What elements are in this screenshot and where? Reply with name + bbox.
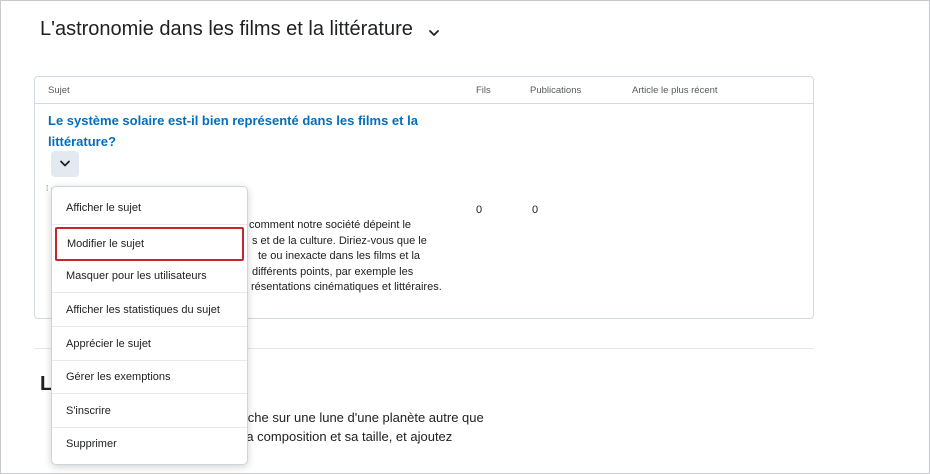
chevron-down-icon[interactable] bbox=[427, 26, 441, 40]
topic-title-line[interactable]: Le système solaire est-il bien représent… bbox=[48, 113, 418, 128]
menu-item-view-statistics[interactable]: Afficher les statistiques du sujet bbox=[52, 293, 247, 327]
chevron-down-icon bbox=[60, 160, 70, 167]
column-header-threads: Fils bbox=[476, 85, 491, 96]
table-header: Sujet Fils Publications Article le plus … bbox=[35, 77, 813, 104]
topic-thread-count: 0 bbox=[476, 204, 483, 216]
menu-item-hide-from-users[interactable]: Masquer pour les utilisateurs bbox=[52, 259, 247, 293]
topic-context-menu-button[interactable] bbox=[51, 151, 79, 177]
column-header-latest: Article le plus récent bbox=[632, 85, 718, 96]
topic-title-link[interactable]: Le système solaire est-il bien représent… bbox=[48, 110, 428, 152]
menu-item-view-topic[interactable]: Afficher le sujet bbox=[52, 191, 247, 225]
menu-item-delete[interactable]: Supprimer bbox=[52, 427, 247, 461]
column-header-subject: Sujet bbox=[48, 85, 70, 96]
menu-item-edit-topic[interactable]: Modifier le sujet bbox=[55, 227, 244, 261]
forum-title: L'astronomie dans les films et la littér… bbox=[40, 18, 413, 40]
menu-item-manage-exemptions[interactable]: Gérer les exemptions bbox=[52, 360, 247, 394]
topic-title-line[interactable]: littérature? bbox=[48, 134, 116, 149]
menu-item-rate-topic[interactable]: Apprécier le sujet bbox=[52, 327, 247, 361]
menu-item-subscribe[interactable]: S'inscrire bbox=[52, 394, 247, 428]
topic-post-count: 0 bbox=[532, 204, 539, 216]
column-header-posts: Publications bbox=[530, 85, 582, 96]
topic-context-menu: Afficher le sujet Modifier le sujet Masq… bbox=[51, 186, 248, 465]
